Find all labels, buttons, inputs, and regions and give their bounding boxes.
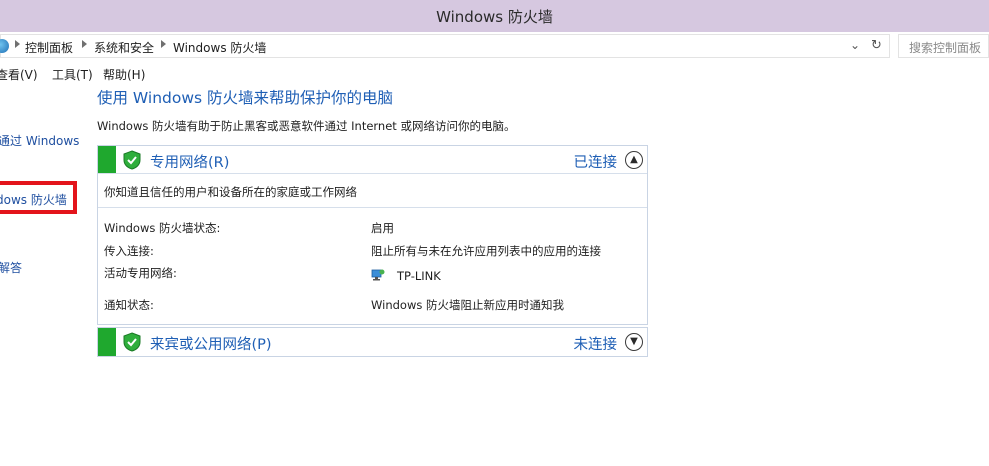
public-network-status: 未连接 <box>573 337 618 353</box>
private-network-subtitle: 你知道且信任的用户和设备所在的家庭或工作网络 <box>98 174 647 208</box>
private-network-panel: 专用网络(R) 已连接 ▲ 你知道且信任的用户和设备所在的家庭或工作网络 Win… <box>97 145 648 325</box>
row-label-incoming: 传入连接: <box>104 244 154 258</box>
nav-link-troubleshoot[interactable]: 解答 <box>0 259 22 276</box>
public-network-header[interactable]: 来宾或公用网络(P) 未连接 ▼ <box>98 328 647 356</box>
chevron-right-icon[interactable] <box>82 40 87 48</box>
address-bar: 控制面板 系统和安全 Windows 防火墙 ⌄ ↻ 搜索控制面板 <box>0 34 989 58</box>
refresh-icon[interactable]: ↻ <box>871 38 882 53</box>
row-value-incoming: 阻止所有与未在允许应用列表中的应用的连接 <box>371 244 601 258</box>
chevron-down-icon[interactable]: ⌄ <box>850 38 860 52</box>
private-network-title: 专用网络(R) <box>150 155 230 171</box>
public-network-title: 来宾或公用网络(P) <box>150 337 272 353</box>
page-title: 使用 Windows 防火墙来帮助保护你的电脑 <box>97 89 394 107</box>
title-bar: Windows 防火墙 <box>0 0 989 32</box>
chevron-right-icon[interactable] <box>161 40 166 48</box>
menu-view[interactable]: 查看(V) <box>0 66 38 83</box>
row-value-active-network: TP-LINK <box>397 269 441 283</box>
shield-check-icon <box>123 332 141 352</box>
status-bar <box>98 146 116 173</box>
page-description: Windows 防火墙有助于防止黑客或恶意软件通过 Internet 或网络访问… <box>97 119 516 133</box>
chevron-up-icon[interactable]: ▲ <box>625 151 643 169</box>
status-bar <box>98 328 116 356</box>
network-icon <box>371 269 385 281</box>
highlight-box <box>0 181 77 214</box>
breadcrumb-system-security[interactable]: 系统和安全 <box>94 39 154 56</box>
public-network-panel: 来宾或公用网络(P) 未连接 ▼ <box>97 327 648 357</box>
private-network-details: Windows 防火墙状态: 启用 传入连接: 阻止所有与未在允许应用列表中的应… <box>98 208 647 324</box>
row-value-notification: Windows 防火墙阻止新应用时通知我 <box>371 298 564 312</box>
breadcrumb-firewall[interactable]: Windows 防火墙 <box>173 39 266 56</box>
row-label-notification: 通知状态: <box>104 298 154 312</box>
private-network-status: 已连接 <box>573 155 618 171</box>
control-panel-icon <box>0 39 9 53</box>
menu-tools[interactable]: 工具(T) <box>52 66 93 83</box>
row-label-firewall-state: Windows 防火墙状态: <box>104 221 221 235</box>
row-value-firewall-state: 启用 <box>371 221 394 235</box>
nav-link-allow-app[interactable]: 通过 Windows <box>0 132 79 149</box>
private-network-header[interactable]: 专用网络(R) 已连接 ▲ <box>98 146 647 174</box>
window-title: Windows 防火墙 <box>436 7 553 26</box>
search-input[interactable]: 搜索控制面板 <box>898 34 989 58</box>
menu-help[interactable]: 帮助(H) <box>103 66 145 83</box>
address-box[interactable]: 控制面板 系统和安全 Windows 防火墙 ⌄ ↻ <box>0 34 890 58</box>
shield-check-icon <box>123 150 141 170</box>
row-label-active-network: 活动专用网络: <box>104 266 177 280</box>
chevron-right-icon[interactable] <box>15 40 20 48</box>
chevron-down-icon[interactable]: ▼ <box>625 333 643 351</box>
breadcrumb-control-panel[interactable]: 控制面板 <box>25 39 73 56</box>
